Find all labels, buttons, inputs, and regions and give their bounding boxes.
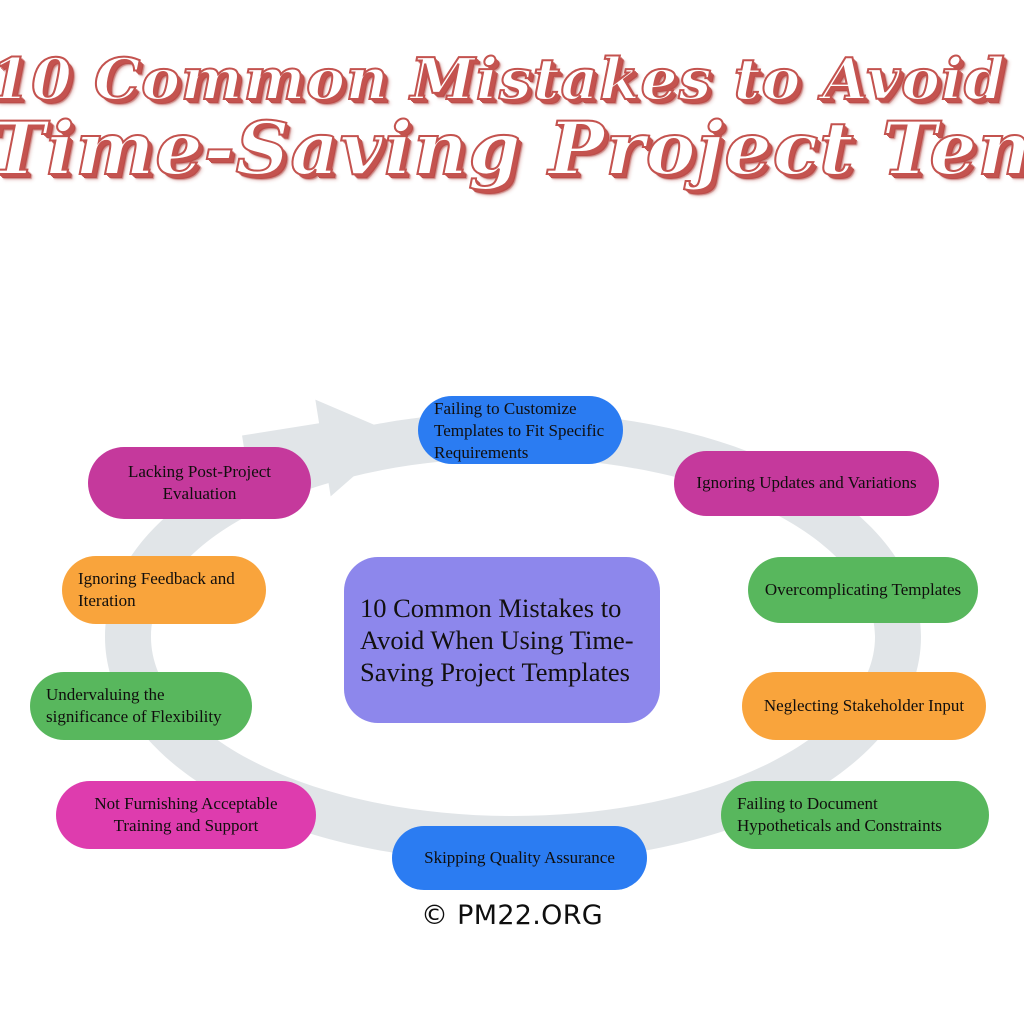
node-label: Neglecting Stakeholder Input — [763, 695, 965, 715]
page-title-line-1: 10 Common Mistakes to Avoid When Using — [0, 46, 1024, 113]
node-ignoring-updates-and-variations[interactable]: Ignoring Updates and Variations — [674, 451, 939, 516]
node-label: Ignoring Feedback and Iteration — [78, 568, 235, 610]
node-failing-to-document-hypotheticals[interactable]: Failing to Document Hypotheticals and Co… — [721, 781, 989, 849]
node-label: Overcomplicating Templates — [764, 579, 962, 599]
node-label: Not Furnishing Acceptable Training and S… — [94, 793, 278, 835]
page-title-line-2: Time-Saving Project Templates — [0, 105, 1024, 192]
node-overcomplicating-templates[interactable]: Overcomplicating Templates — [748, 557, 978, 623]
page-title: 10 Common Mistakes to Avoid When Using T… — [0, 46, 1024, 192]
node-ignoring-feedback-and-iteration[interactable]: Ignoring Feedback and Iteration — [62, 556, 266, 624]
node-label: Skipping Quality Assurance — [424, 847, 615, 867]
copyright-credit: © PM22.ORG — [420, 900, 604, 931]
node-label: Undervaluing the significance of Flexibi… — [46, 684, 222, 726]
infographic-canvas: 10 Common Mistakes to Avoid When Using T… — [0, 0, 1024, 1024]
node-skipping-quality-assurance[interactable]: Skipping Quality Assurance — [392, 826, 647, 890]
node-undervaluing-flexibility[interactable]: Undervaluing the significance of Flexibi… — [30, 672, 252, 740]
center-node: 10 Common Mistakes to Avoid When Using T… — [344, 557, 660, 723]
node-label: Failing to Document Hypotheticals and Co… — [737, 793, 942, 835]
node-label: Lacking Post-Project Evaluation — [127, 461, 272, 503]
node-lacking-post-project-evaluation[interactable]: Lacking Post-Project Evaluation — [88, 447, 311, 519]
node-failing-to-customize-templates[interactable]: Failing to Customize Templates to Fit Sp… — [418, 396, 623, 464]
node-neglecting-stakeholder-input[interactable]: Neglecting Stakeholder Input — [742, 672, 986, 740]
node-label: Ignoring Updates and Variations — [696, 473, 917, 493]
center-node-label: 10 Common Mistakes to Avoid When Using T… — [360, 592, 634, 688]
node-not-furnishing-training-and-support[interactable]: Not Furnishing Acceptable Training and S… — [56, 781, 316, 849]
node-label: Failing to Customize Templates to Fit Sp… — [434, 398, 605, 463]
